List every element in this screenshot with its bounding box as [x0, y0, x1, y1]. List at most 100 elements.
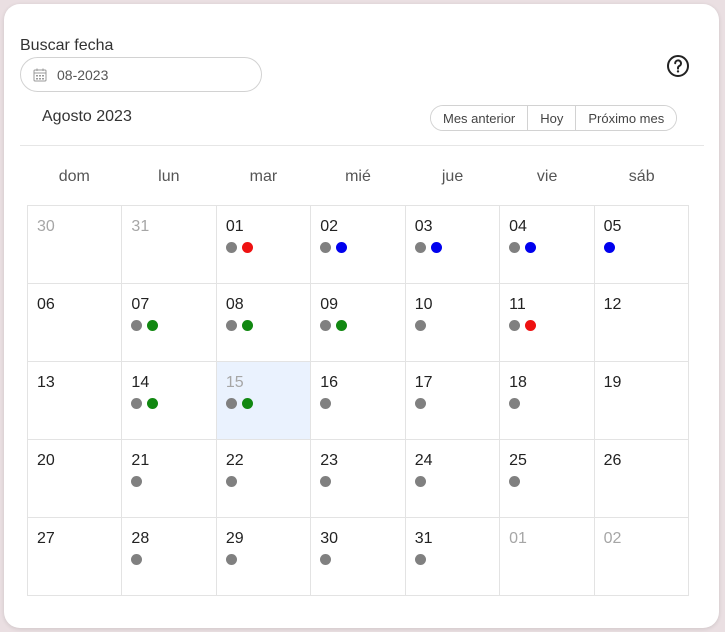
weekday-label: jue: [441, 168, 464, 185]
event-indicators: [320, 320, 404, 331]
day-cell[interactable]: 31: [122, 206, 217, 284]
event-dot-gray: [414, 554, 426, 565]
next-month-button[interactable]: Próximo mes: [576, 106, 677, 130]
day-cell[interactable]: 27: [28, 518, 123, 596]
day-number: 30: [320, 530, 339, 547]
previous-month-button[interactable]: Mes anterior: [431, 106, 529, 130]
day-cell[interactable]: 19: [594, 362, 689, 440]
event-dot-gray: [509, 242, 521, 253]
day-cell[interactable]: 01: [500, 518, 595, 596]
weekday-label: lun: [158, 168, 180, 185]
day-cell[interactable]: 13: [28, 362, 123, 440]
weekday-label: vie: [536, 168, 558, 185]
day-number: 03: [414, 218, 433, 235]
day-cell[interactable]: 12: [594, 284, 689, 362]
weekday-label: mié: [345, 168, 371, 185]
help-circle-icon[interactable]: [666, 54, 690, 78]
day-cell[interactable]: 14: [122, 362, 217, 440]
event-indicators: [509, 476, 593, 487]
event-indicators: [225, 242, 310, 253]
day-number: 31: [414, 530, 433, 547]
day-number: 11: [509, 296, 526, 313]
day-cell[interactable]: 29: [216, 518, 312, 596]
day-cell[interactable]: 26: [594, 440, 689, 518]
day-number: 02: [320, 218, 339, 235]
day-number: 18: [509, 374, 527, 391]
day-cell[interactable]: 21: [122, 440, 217, 518]
event-indicators: [414, 554, 499, 565]
day-cell[interactable]: 08: [216, 284, 312, 362]
event-indicators: [131, 554, 215, 565]
day-number: 16: [320, 374, 339, 391]
event-dot-red: [241, 242, 253, 253]
search-date-field[interactable]: [20, 57, 262, 92]
day-cell[interactable]: 06: [28, 284, 123, 362]
day-number: 24: [414, 452, 433, 469]
event-indicators: [320, 242, 404, 253]
day-cell[interactable]: 22: [216, 440, 312, 518]
event-indicators: [414, 398, 499, 409]
day-number: 09: [320, 296, 339, 313]
day-number: 26: [603, 452, 622, 469]
day-cell[interactable]: 24: [405, 440, 501, 518]
day-number: 27: [37, 530, 55, 547]
day-cell[interactable]: 17: [405, 362, 501, 440]
day-number: 20: [37, 452, 55, 469]
event-dot-gray: [131, 398, 143, 409]
calendar-icon: [33, 68, 47, 82]
day-cell-today[interactable]: 15: [216, 362, 312, 440]
day-cell[interactable]: 23: [311, 440, 406, 518]
day-cell[interactable]: 07: [122, 284, 217, 362]
event-indicators: [414, 242, 499, 253]
day-cell[interactable]: 28: [122, 518, 217, 596]
event-dot-gray: [225, 242, 237, 253]
event-dot-blue: [336, 242, 348, 253]
event-dot-gray: [320, 320, 332, 331]
day-cell[interactable]: 02: [594, 518, 689, 596]
day-cell[interactable]: 11: [500, 284, 595, 362]
day-cell[interactable]: 09: [311, 284, 406, 362]
day-cell[interactable]: 04: [500, 206, 595, 284]
event-indicators: [225, 320, 310, 331]
search-date-input[interactable]: [57, 66, 227, 83]
event-indicators: [225, 476, 310, 487]
event-dot-gray: [131, 476, 143, 487]
today-button[interactable]: Hoy: [528, 106, 577, 130]
event-indicators: [603, 242, 688, 253]
event-indicators: [509, 398, 593, 409]
event-dot-gray: [225, 320, 237, 331]
day-number: 30: [37, 218, 55, 235]
day-number: 17: [414, 374, 433, 391]
day-cell[interactable]: 05: [594, 206, 689, 284]
day-cell[interactable]: 30: [28, 206, 123, 284]
day-cell[interactable]: 18: [500, 362, 595, 440]
day-number: 01: [225, 218, 244, 235]
event-indicators: [225, 554, 310, 565]
month-day-grid: 30 31 01 02 03 04 05 06 07 08 09 10 11 12 13 14 15 16 17 18…: [27, 205, 689, 596]
day-cell[interactable]: 01: [216, 206, 312, 284]
day-cell[interactable]: 30: [311, 518, 406, 596]
event-dot-gray: [414, 320, 426, 331]
day-cell[interactable]: 16: [311, 362, 406, 440]
header-divider: [20, 145, 704, 146]
event-indicators: [320, 476, 404, 487]
day-cell[interactable]: 03: [405, 206, 501, 284]
event-indicators: [320, 554, 404, 565]
event-indicators: [414, 476, 499, 487]
event-dot-green: [241, 398, 253, 409]
day-cell[interactable]: 10: [405, 284, 501, 362]
day-number: 15: [225, 374, 244, 391]
day-number: 23: [320, 452, 339, 469]
day-cell[interactable]: 25: [500, 440, 595, 518]
day-cell[interactable]: 02: [311, 206, 406, 284]
event-indicators: [225, 398, 310, 409]
event-indicators: [131, 398, 215, 409]
day-number: 12: [603, 296, 622, 313]
event-indicators: [509, 320, 593, 331]
day-cell[interactable]: 31: [405, 518, 501, 596]
day-number: 31: [131, 218, 150, 235]
event-dot-gray: [320, 398, 332, 409]
event-dot-gray: [509, 398, 521, 409]
event-dot-gray: [225, 554, 237, 565]
day-cell[interactable]: 20: [28, 440, 123, 518]
